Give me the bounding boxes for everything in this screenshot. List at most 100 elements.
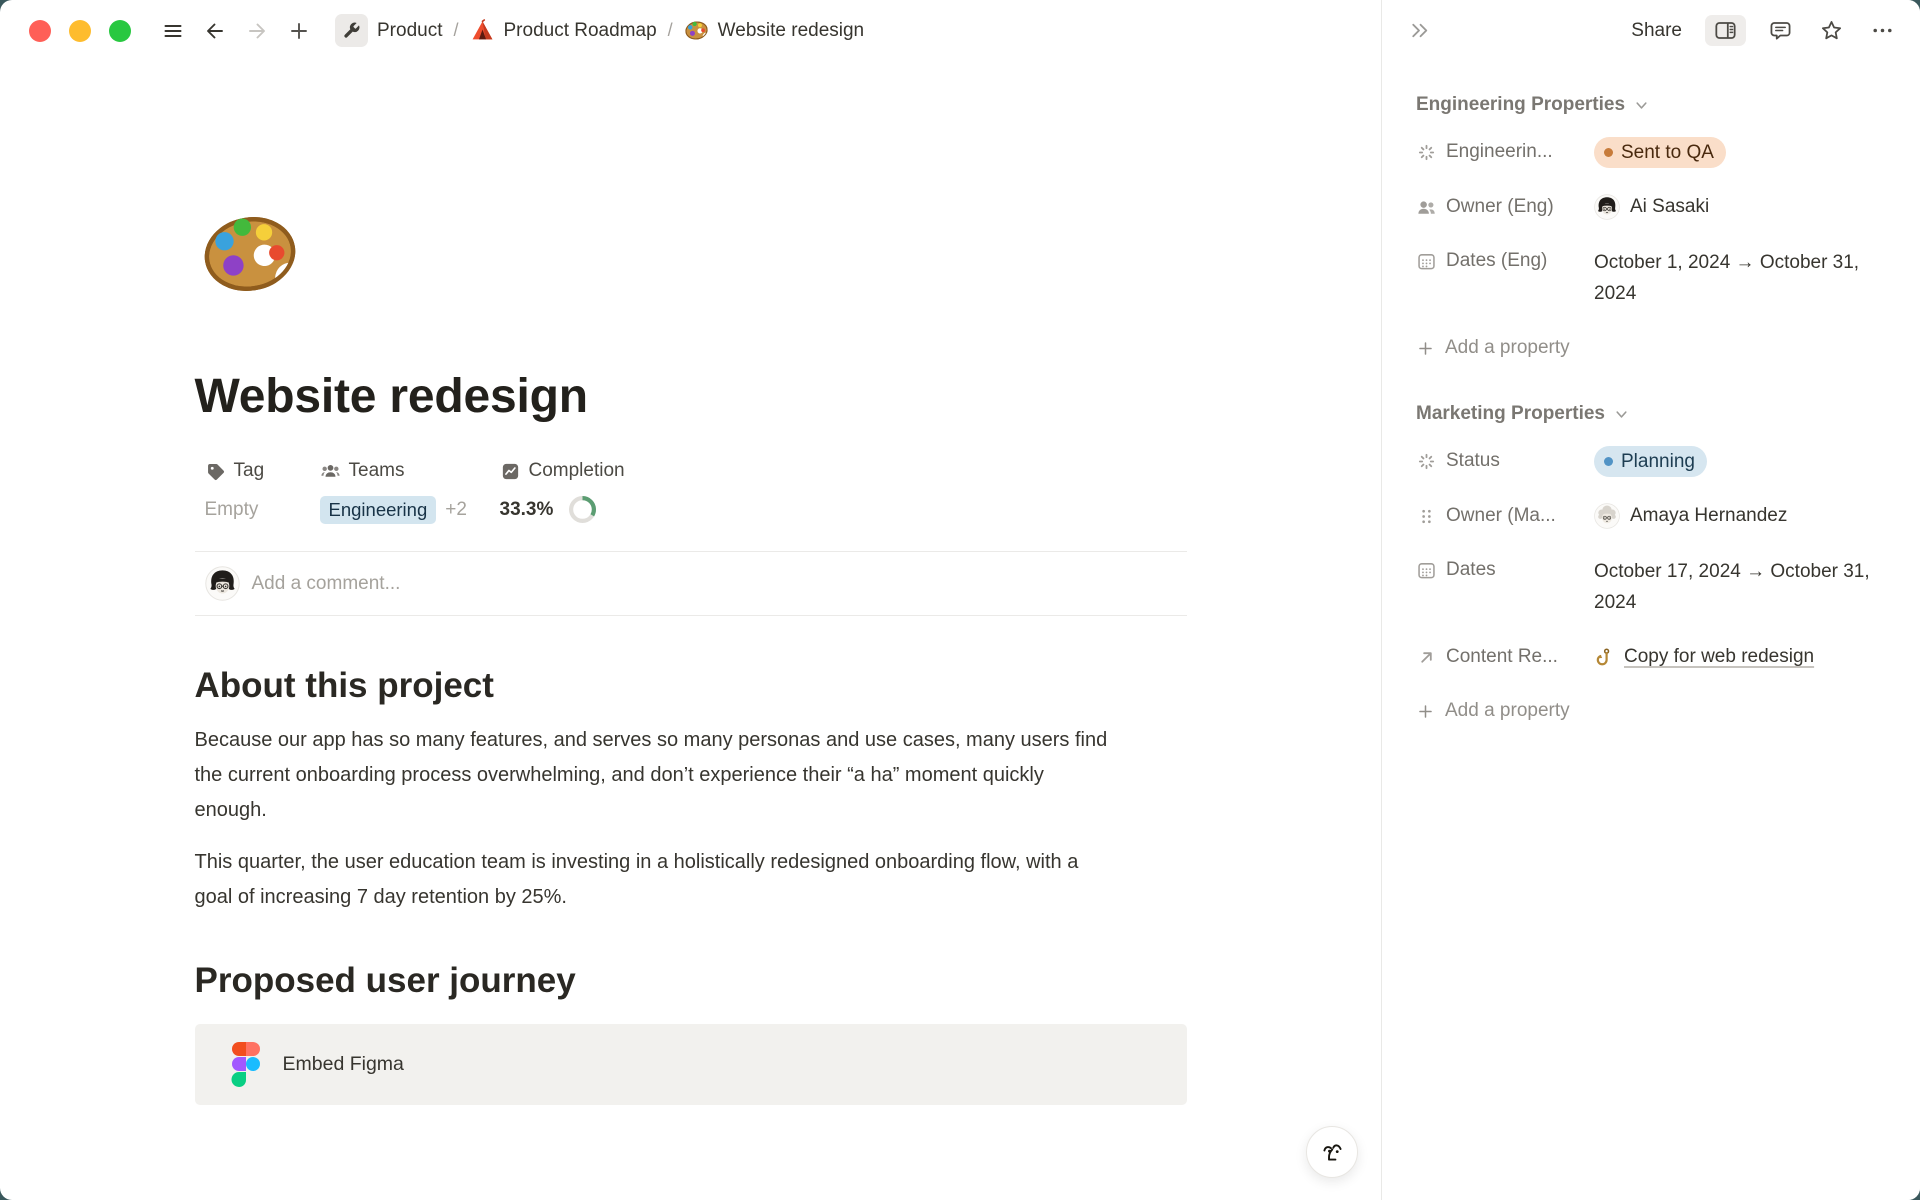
property-label[interactable]: Owner (Eng) <box>1416 192 1594 222</box>
main-area: Product / Product Roadmap / Website rede… <box>0 0 1381 1200</box>
palette-icon <box>684 18 709 43</box>
more-options-button[interactable] <box>1865 15 1899 46</box>
close-button[interactable] <box>29 20 51 42</box>
calendar-icon <box>1416 560 1437 581</box>
property-row-engineering-status: Engineerin... Sent to QA <box>1416 125 1894 180</box>
maximize-button[interactable] <box>109 20 131 42</box>
status-dot <box>1604 148 1613 157</box>
relation-page-title: Copy for web redesign <box>1624 646 1814 668</box>
breadcrumb-separator: / <box>668 20 673 41</box>
chevron-down-icon <box>1612 405 1631 424</box>
comments-button[interactable] <box>1763 15 1797 46</box>
property-row-dates: Dates October 17, 2024 → October 31, 202… <box>1416 543 1894 630</box>
property-label[interactable]: Status <box>1416 446 1594 476</box>
paragraph[interactable]: Because our app has so many features, an… <box>195 723 1110 828</box>
status-burst-icon <box>1416 142 1437 163</box>
drag-handle-dots-icon <box>1416 506 1437 527</box>
group-title: Engineering Properties <box>1416 94 1625 116</box>
property-completion-header[interactable]: Completion <box>500 458 625 484</box>
status-burst-icon <box>1416 451 1437 472</box>
property-label[interactable]: Content Re... <box>1416 642 1594 672</box>
status-badge-sent-to-qa[interactable]: Sent to QA <box>1594 137 1726 168</box>
property-tag-value[interactable]: Empty <box>205 494 320 525</box>
properties-side-panel: Share Engineering Properties Engineerin.… <box>1381 0 1920 1200</box>
share-button[interactable]: Share <box>1625 16 1688 46</box>
new-page-button[interactable] <box>283 15 315 47</box>
page-content: Website redesign Tag Empty Teams <box>195 61 1187 1200</box>
group-header-engineering-properties[interactable]: Engineering Properties <box>1416 94 1894 116</box>
property-label[interactable]: Dates (Eng) <box>1416 246 1594 276</box>
avatar <box>1594 194 1620 220</box>
people-icon <box>320 461 341 482</box>
minimize-button[interactable] <box>69 20 91 42</box>
page-icon-palette[interactable] <box>199 207 301 301</box>
ellipsis-icon <box>1870 18 1895 43</box>
comment-input-placeholder[interactable]: Add a comment... <box>252 573 401 595</box>
teams-chip-engineering[interactable]: Engineering <box>320 496 437 524</box>
page-title[interactable]: Website redesign <box>195 369 1187 424</box>
property-tag: Tag Empty <box>205 458 320 525</box>
embed-figma-label: Embed Figma <box>283 1053 404 1076</box>
breadcrumb-item-product-roadmap[interactable]: Product Roadmap <box>466 15 661 46</box>
notion-ai-button[interactable] <box>1306 1126 1358 1178</box>
figma-logo-icon <box>231 1042 261 1087</box>
forward-button[interactable] <box>241 15 273 47</box>
collapse-panel-button[interactable] <box>1404 16 1434 46</box>
heading-proposed-user-journey[interactable]: Proposed user journey <box>195 961 1187 1001</box>
property-label: Teams <box>349 460 405 482</box>
wrench-icon <box>342 21 361 40</box>
property-label-text: Owner (Eng) <box>1446 196 1554 218</box>
person-name: Amaya Hernandez <box>1630 505 1787 527</box>
plus-icon <box>287 19 311 43</box>
ai-face-icon <box>1319 1139 1346 1166</box>
property-label-text: Owner (Ma... <box>1446 505 1556 527</box>
marketing-properties-rows: Status Planning Owner (Ma... <box>1416 434 1894 684</box>
person-ai-sasaki[interactable]: Ai Sasaki <box>1594 194 1709 220</box>
property-completion-value[interactable]: 33.3% <box>500 494 625 525</box>
back-button[interactable] <box>199 15 231 47</box>
double-chevron-right-icon <box>1407 18 1432 43</box>
breadcrumb-label: Website redesign <box>718 20 864 42</box>
property-label[interactable]: Engineerin... <box>1416 137 1594 167</box>
comment-row[interactable]: Add a comment... <box>195 552 1187 615</box>
relation-link-copy-for-web-redesign[interactable]: Copy for web redesign <box>1594 646 1814 668</box>
figma-embed-block[interactable]: Embed Figma <box>195 1024 1187 1105</box>
property-value[interactable]: Sent to QA <box>1594 137 1894 168</box>
panel-topbar: Share <box>1382 0 1920 61</box>
heading-about-this-project[interactable]: About this project <box>195 666 1187 706</box>
person-amaya-hernandez[interactable]: Amaya Hernandez <box>1594 503 1787 529</box>
comment-bubble-icon <box>1768 18 1793 43</box>
arrow-up-right-icon <box>1416 647 1437 668</box>
calendar-icon <box>1416 251 1437 272</box>
add-property-button[interactable]: Add a property <box>1416 694 1570 728</box>
group-header-marketing-properties[interactable]: Marketing Properties <box>1416 403 1894 425</box>
status-badge-planning[interactable]: Planning <box>1594 446 1707 477</box>
property-teams-header[interactable]: Teams <box>320 458 500 484</box>
add-property-label: Add a property <box>1445 337 1570 359</box>
engineering-properties-rows: Engineerin... Sent to QA Owner (Eng) <box>1416 125 1894 321</box>
sidebar-menu-button[interactable] <box>157 15 189 47</box>
property-completion: Completion 33.3% <box>500 458 625 525</box>
tag-icon <box>205 461 226 482</box>
add-property-button[interactable]: Add a property <box>1416 331 1570 365</box>
property-value[interactable]: Amaya Hernandez <box>1594 501 1894 531</box>
property-tag-header[interactable]: Tag <box>205 458 320 484</box>
teams-more-count[interactable]: +2 <box>445 499 467 521</box>
property-value[interactable]: October 17, 2024 → October 31, 2024 <box>1594 555 1894 618</box>
breadcrumb-item-product[interactable]: Product <box>331 11 446 50</box>
favorite-button[interactable] <box>1814 15 1848 46</box>
property-value[interactable]: Ai Sasaki <box>1594 192 1894 222</box>
property-value[interactable]: Planning <box>1594 446 1894 477</box>
main-topbar: Product / Product Roadmap / Website rede… <box>0 0 1381 61</box>
property-value[interactable]: Copy for web redesign <box>1594 642 1894 672</box>
property-teams-value[interactable]: Engineering +2 <box>320 494 500 525</box>
property-value[interactable]: October 1, 2024 → October 31, 2024 <box>1594 246 1894 309</box>
property-label[interactable]: Dates <box>1416 555 1594 585</box>
breadcrumb-item-website-redesign[interactable]: Website redesign <box>680 15 868 46</box>
paragraph[interactable]: This quarter, the user education team is… <box>195 845 1110 915</box>
breadcrumb-label: Product <box>377 20 442 42</box>
property-label[interactable]: Owner (Ma... <box>1416 501 1594 531</box>
badge-text: Sent to QA <box>1621 140 1714 165</box>
toggle-side-panel-button[interactable] <box>1705 15 1746 46</box>
forward-arrow-icon <box>245 19 269 43</box>
